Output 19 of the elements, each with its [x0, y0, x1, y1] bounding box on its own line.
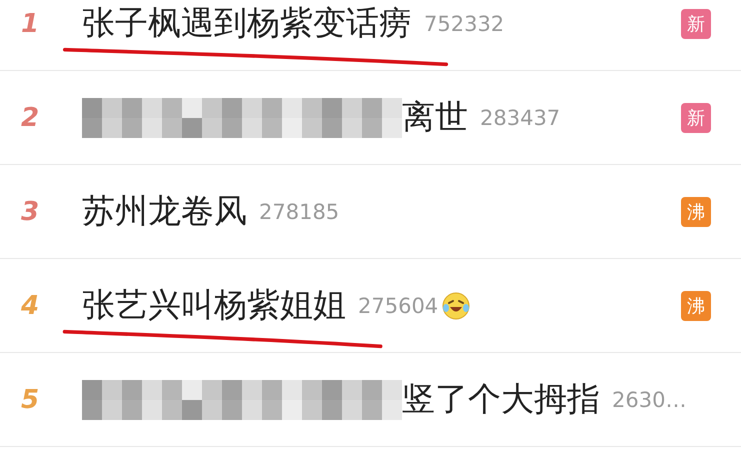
- heat-count: 752332: [424, 12, 504, 36]
- rank-number: 3: [20, 196, 40, 226]
- topic-title[interactable]: 张艺兴叫杨紫姐姐: [82, 283, 346, 328]
- rank-number: 1: [20, 8, 40, 38]
- rank-number: 5: [20, 384, 40, 414]
- heat-count: 283437: [480, 106, 560, 130]
- rank-number: 4: [20, 290, 40, 320]
- topic-title[interactable]: 苏州龙卷风: [82, 189, 247, 234]
- hot-badge: 新: [681, 102, 711, 132]
- rank-number: 2: [20, 102, 40, 132]
- hot-badge: 沸: [681, 196, 711, 226]
- hot-badge: 新: [681, 8, 711, 38]
- heat-count: 278185: [259, 200, 340, 224]
- heat-count: 275604: [358, 294, 438, 318]
- topic-title[interactable]: 离世: [402, 95, 468, 140]
- heat-count: 2630…: [612, 388, 686, 412]
- topic-title[interactable]: 竖了个大拇指: [402, 377, 600, 422]
- hot-badge: 沸: [681, 290, 711, 320]
- topic-title[interactable]: 张子枫遇到杨紫变话痨: [82, 1, 412, 46]
